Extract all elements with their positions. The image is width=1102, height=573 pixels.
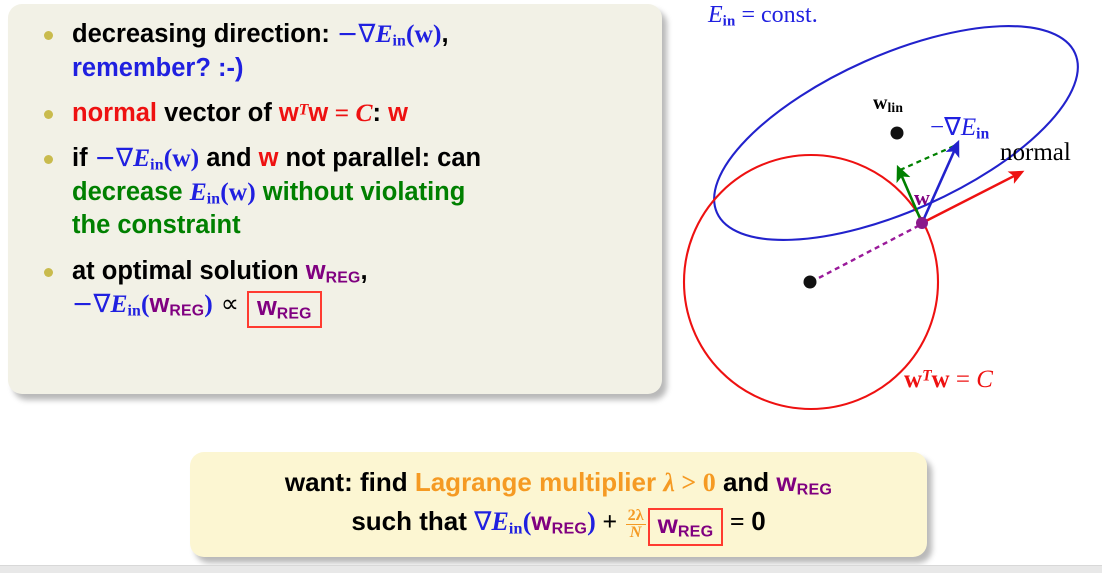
bullet-1-line-2: remember? :-) — [72, 53, 244, 82]
label-ein-const: Ein = const. — [708, 2, 818, 30]
paren-close: ) — [204, 289, 213, 319]
label-neg-grad-ein: −∇Ein — [930, 112, 990, 143]
math-w-red: w — [258, 144, 279, 173]
math-wreg-w: w — [305, 256, 326, 285]
math-plus: + — [595, 507, 624, 537]
bullet-1-line-1: decreasing direction: −∇Ein(w), — [72, 18, 644, 52]
circle-center-dot — [803, 275, 817, 289]
text-decrease: decrease — [72, 177, 190, 206]
label-normal: normal — [1000, 139, 1071, 166]
math-ein-w: Ein(w) — [189, 176, 256, 208]
bullet-item-not-parallel: if −∇Ein(w) and w not parallel: can decr… — [34, 142, 644, 241]
figure-svg — [682, 25, 1079, 411]
tangency-point-dot — [916, 217, 928, 229]
boxed-wreg-sub: REG — [276, 305, 312, 323]
text-and-2: and — [715, 467, 777, 498]
label-w-point: w — [914, 185, 930, 210]
math-w-2: w — [308, 98, 329, 127]
text-lagrange-multiplier: Lagrange multiplier — [414, 467, 664, 498]
math-wreg-w-4: w — [531, 506, 552, 537]
math-neg-grad-ein-w-2: −∇Ein(w) — [94, 143, 200, 174]
math-grad-ein-2: ∇Ein( — [474, 507, 532, 538]
math-neg-grad-ein-w: −∇Ein(w) — [337, 19, 442, 50]
math-w-3: w — [388, 98, 408, 127]
bullet-panel: decreasing direction: −∇Ein(w), remember… — [8, 4, 662, 394]
math-equals: = — [328, 97, 356, 127]
bullet-item-optimal-solution: at optimal solution wREG, −∇Ein(wREG) ∝ wR… — [34, 255, 644, 329]
bullet-item-normal-vector: normal vector of wTw = C: w — [34, 97, 644, 129]
text-vector-of: vector of — [157, 98, 279, 127]
label-wtw-equals-c: wTw = C — [904, 366, 993, 393]
bullet-4-line-1: at optimal solution wREG, — [72, 255, 644, 289]
fraction-denominator: N — [629, 524, 642, 542]
radius-dashed-line — [810, 223, 921, 284]
math-wreg-sub-3: REG — [796, 480, 833, 499]
paren-close-2: ) — [587, 507, 596, 537]
boxed-wreg-w-2: w — [657, 509, 678, 540]
boxed-wreg-2: wREG — [647, 508, 724, 546]
comma-1: , — [441, 20, 449, 48]
bullet-dot-icon — [44, 31, 53, 40]
math-zero: 0 — [702, 468, 716, 498]
bullet-dot-icon — [44, 267, 53, 277]
math-greater-than: > — [674, 468, 703, 498]
slide-canvas: decreasing direction: −∇Ein(w), remember… — [0, 0, 1102, 573]
bullet-4-line-2: −∇Ein(wREG) ∝ wREG — [72, 288, 644, 329]
math-equals-2: = — [723, 507, 752, 537]
bullet-3-line-1: if −∇Ein(w) and w not parallel: can — [72, 142, 644, 176]
normal-arrow — [921, 170, 1025, 225]
bullet-3-line-2: decrease Ein(w) without violating — [72, 176, 644, 210]
want-box: want: find Lagrange multiplier λ > 0 and… — [190, 452, 927, 557]
geometry-figure: Ein = const. wlin −∇Ein normal w wTw = C — [668, 0, 1102, 430]
comma-4: , — [360, 256, 368, 285]
text-such-that: such that — [351, 506, 475, 537]
math-wreg-sub-2: REG — [169, 302, 205, 320]
math-wreg-sub-4: REG — [551, 519, 588, 538]
text-normal: normal — [72, 98, 158, 127]
text-want-find: want: find — [284, 467, 415, 498]
text-decreasing-direction: decreasing direction: — [72, 20, 337, 48]
bullet-dot-icon — [44, 109, 53, 119]
math-neg-grad-ein: −∇Ein( — [72, 289, 150, 320]
math-fraction-2lambda-over-N: 2λ N — [625, 506, 646, 542]
text-not-parallel-can: not parallel: can — [278, 144, 482, 173]
bullet-2-line-1: normal vector of wTw = C: w — [72, 97, 644, 129]
math-bold-zero: 0 — [751, 506, 766, 537]
math-proportional-to: ∝ — [220, 289, 239, 320]
boxed-wreg-w: w — [256, 293, 277, 322]
math-C: C — [355, 97, 373, 127]
label-wlin: wlin — [873, 92, 904, 115]
math-w-1: w — [278, 98, 299, 127]
text-if: if — [72, 144, 95, 173]
math-wreg-w-3: w — [776, 467, 797, 498]
text-without-violating: without violating — [255, 177, 466, 206]
bullet-dot-icon — [44, 155, 53, 165]
math-wreg-sub: REG — [325, 269, 361, 287]
wlin-dot — [890, 126, 904, 140]
bullet-list: decreasing direction: −∇Ein(w), remember… — [34, 18, 644, 329]
text-and: and — [199, 144, 259, 173]
want-line-1: want: find Lagrange multiplier λ > 0 and… — [285, 463, 832, 502]
colon-2: : — [372, 98, 389, 127]
boxed-wreg: wREG — [246, 291, 322, 329]
bullet-3-line-3: the constraint — [72, 211, 241, 240]
text-at-optimal-solution: at optimal solution — [72, 256, 306, 285]
boxed-wreg-sub-2: REG — [677, 522, 714, 541]
math-lambda: λ — [663, 468, 675, 498]
math-wreg-w-2: w — [149, 290, 170, 319]
math-transpose: T — [298, 101, 309, 119]
fraction-numerator: 2λ — [625, 506, 646, 526]
want-line-2: such that ∇Ein(wREG) + 2λ NwREG = 0 — [351, 502, 766, 546]
bullet-item-decreasing-direction: decreasing direction: −∇Ein(w), remember… — [34, 18, 644, 84]
